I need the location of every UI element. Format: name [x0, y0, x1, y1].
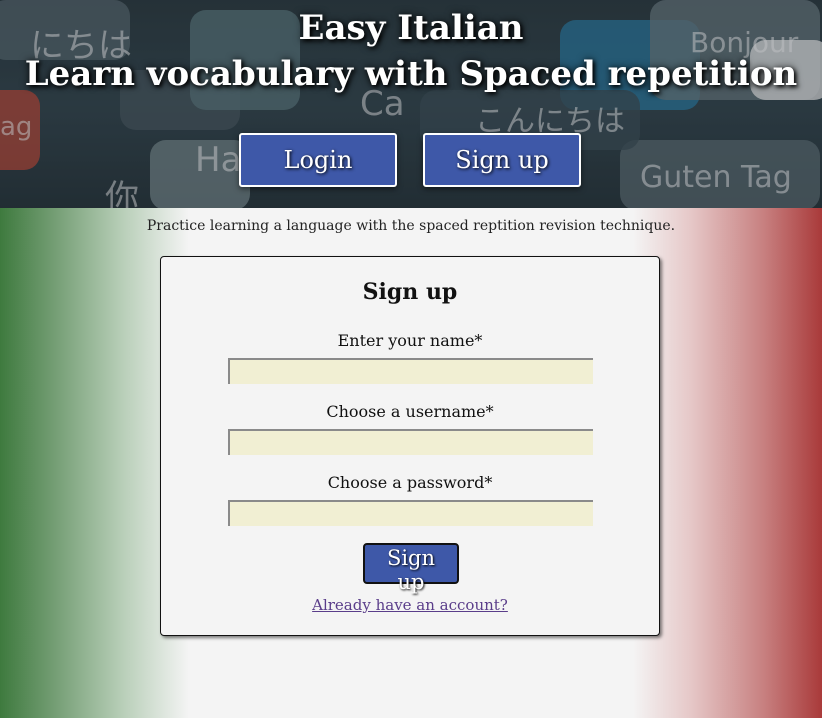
signup-form: Sign up Enter your name* Choose a userna…: [160, 256, 660, 636]
username-input[interactable]: [228, 429, 593, 455]
login-button[interactable]: Login: [239, 133, 397, 187]
site-subtitle: Learn vocabulary with Spaced repetition: [24, 54, 798, 94]
username-label: Choose a username*: [326, 402, 494, 421]
name-input[interactable]: [228, 358, 593, 384]
hero-banner: にちは Ca Hal Bonjour こんにちは Guten Tag 你 ag …: [0, 0, 822, 208]
password-label: Choose a password*: [327, 473, 493, 492]
signup-nav-button[interactable]: Sign up: [423, 133, 581, 187]
form-title: Sign up: [362, 279, 458, 305]
name-label: Enter your name*: [337, 331, 483, 350]
password-input[interactable]: [228, 500, 593, 526]
site-title: Easy Italian: [298, 8, 524, 48]
login-link[interactable]: Already have an account?: [161, 596, 659, 614]
tagline: Practice learning a language with the sp…: [146, 218, 676, 234]
signup-submit-button[interactable]: Sign up: [363, 543, 459, 594]
